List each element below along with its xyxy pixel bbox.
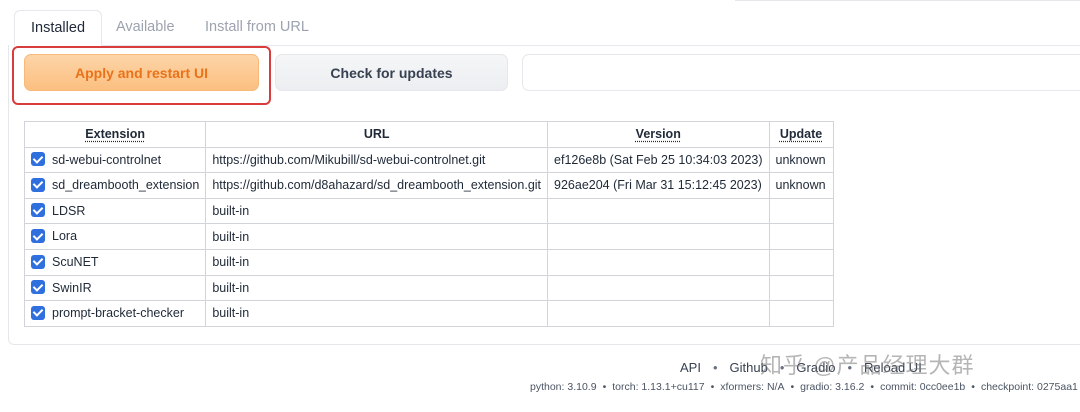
header-extension: Extension (23, 121, 207, 148)
cell-version: 926ae204 (Fri Mar 31 15:12:45 2023) (547, 172, 770, 199)
watermark: 知乎 @产品经理大群 (760, 353, 975, 378)
cell-version (547, 197, 770, 225)
extension-name: sd_dreambooth_extension (52, 178, 200, 193)
enable-checkbox[interactable] (31, 152, 45, 167)
cell-update: unknown (768, 172, 834, 199)
table-header-row: Extension URL Version Update (23, 121, 834, 148)
extension-name: prompt-bracket-checker (52, 306, 184, 321)
footer-version-info: python: 3.10.9 • torch: 1.13.1+cu117 • xform… (530, 381, 1078, 393)
cell-version (547, 300, 770, 327)
info-checkpoint: checkpoint: 0275aa1 (980, 381, 1078, 393)
cell-extension: SwinIR (23, 274, 207, 302)
cell-version (547, 248, 770, 276)
cell-extension: Lora (23, 223, 207, 250)
apply-and-restart-button[interactable]: Apply and restart UI (24, 54, 259, 91)
info-separator: • (870, 381, 875, 393)
extension-name: SwinIR (52, 280, 92, 295)
top-divider (735, 0, 1080, 1)
info-python: python: 3.10.9 (530, 381, 597, 393)
extensions-table: Extension URL Version Update sd-webui-co… (23, 121, 834, 327)
cell-extension: sd-webui-controlnet (23, 146, 207, 174)
tab-install-from-url[interactable]: Install from URL (189, 10, 325, 46)
cell-update (768, 248, 834, 276)
table-row: sd_dreambooth_extension https://github.co… (23, 172, 834, 199)
enable-checkbox[interactable] (31, 305, 45, 320)
info-xformers: xformers: N/A (720, 381, 785, 393)
info-commit: commit: 0cc0ee1b (880, 381, 966, 393)
cell-update: unknown (768, 146, 834, 174)
info-separator: • (602, 381, 607, 393)
extension-name: sd-webui-controlnet (52, 152, 162, 167)
table-row: ScuNET built-in (23, 248, 834, 276)
table-row: Lora built-in (23, 223, 834, 250)
cell-url: built-in (205, 197, 549, 225)
enable-checkbox[interactable] (31, 280, 45, 295)
enable-checkbox[interactable] (31, 229, 45, 244)
table-row: LDSR built-in (23, 197, 834, 225)
tab-installed[interactable]: Installed (14, 10, 103, 46)
footer-separator: • (712, 360, 718, 375)
cell-extension: ScuNET (23, 248, 207, 276)
cell-update (768, 197, 834, 225)
cell-update (768, 300, 834, 327)
enable-checkbox[interactable] (31, 177, 45, 192)
cell-url: built-in (205, 223, 549, 250)
extension-name: ScuNET (52, 254, 99, 269)
cell-extension: LDSR (23, 197, 207, 225)
tab-available[interactable]: Available (100, 10, 191, 46)
footer-link-api[interactable]: API (680, 360, 701, 375)
cell-extension: sd_dreambooth_extension (23, 172, 207, 199)
cell-url: built-in (205, 300, 549, 327)
enable-checkbox[interactable] (31, 254, 45, 269)
status-output-box (522, 54, 1080, 91)
extension-name: Lora (52, 229, 78, 244)
tab-bar: Installed Available Install from URL (14, 10, 1080, 46)
info-separator: • (971, 381, 975, 393)
header-update: Update (768, 121, 834, 148)
cell-version (547, 223, 770, 250)
cell-update (768, 274, 834, 302)
table-row: SwinIR built-in (23, 274, 834, 302)
table-row: prompt-bracket-checker built-in (23, 300, 834, 327)
table-row: sd-webui-controlnet https://github.com/Mi… (23, 146, 834, 174)
enable-checkbox[interactable] (31, 203, 45, 218)
header-version: Version (547, 121, 770, 148)
cell-url: https://github.com/d8ahazard/sd_dreamboo… (205, 172, 549, 199)
header-url: URL (205, 121, 549, 148)
cell-update (768, 223, 834, 250)
info-torch: torch: 1.13.1+cu117 (612, 381, 705, 393)
cell-url: https://github.com/Mikubill/sd-webui-con… (205, 146, 549, 174)
cell-version: ef126e8b (Sat Feb 25 10:34:03 2023) (547, 146, 770, 174)
extension-name: LDSR (52, 203, 86, 218)
cell-url: built-in (205, 248, 549, 276)
cell-extension: prompt-bracket-checker (23, 300, 207, 327)
cell-url: built-in (205, 274, 549, 302)
cell-version (547, 274, 770, 302)
check-for-updates-button[interactable]: Check for updates (275, 54, 508, 91)
info-separator: • (710, 381, 715, 393)
info-gradio: gradio: 3.16.2 (800, 381, 865, 393)
info-separator: • (790, 381, 795, 393)
